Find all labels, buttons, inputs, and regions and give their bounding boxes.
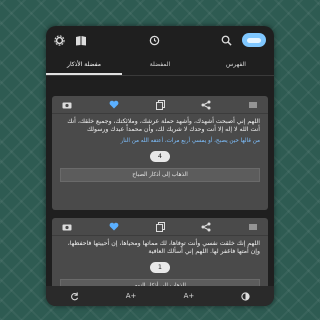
tab-favorites[interactable]: المفضلة: [122, 54, 198, 75]
tab-index[interactable]: الفهرس: [198, 54, 274, 75]
dhikr-virtue-note: من قالها حين يصبح، أو يمسي أربع مرات، أع…: [120, 138, 260, 144]
bottom-bar: A+ A+: [46, 286, 274, 306]
book-icon[interactable]: [75, 35, 87, 46]
camera-icon[interactable]: [62, 223, 72, 231]
share-icon[interactable]: [201, 222, 211, 232]
top-toolbar-right: [221, 33, 266, 47]
heart-icon[interactable]: [109, 100, 119, 109]
font-increase-button-2[interactable]: A+: [184, 292, 195, 300]
gear-icon[interactable]: [54, 34, 65, 46]
dhikr-text: اللهم إنك خلقت نفسي وأنت توفاها، لك ممات…: [67, 240, 260, 255]
heart-icon[interactable]: [109, 222, 119, 231]
dhikr-text: اللهم إني أصبحت أشهدك، وأشهد حملة عرشك، …: [67, 118, 260, 133]
app-logo: [242, 33, 266, 47]
refresh-icon[interactable]: [70, 291, 79, 301]
theme-toggle-icon[interactable]: [241, 291, 251, 301]
search-icon[interactable]: [221, 35, 232, 46]
top-toolbar-icons: [54, 34, 87, 46]
top-toolbar: [46, 26, 274, 54]
repeat-counter[interactable]: 4: [150, 151, 170, 162]
tab-favorite-adhkar[interactable]: مفضلة الأذكار: [46, 54, 122, 75]
card-toolbar: [52, 218, 268, 236]
repeat-counter[interactable]: 1: [150, 262, 170, 273]
copy-icon[interactable]: [155, 221, 165, 232]
copy-icon[interactable]: [155, 99, 165, 110]
app-window: الفهرس المفضلة مفضلة الأذكار اللهم إني أ…: [46, 26, 274, 306]
clock-icon[interactable]: [149, 35, 160, 46]
font-increase-button[interactable]: A+: [126, 292, 137, 300]
share-icon[interactable]: [201, 100, 211, 110]
card-toolbar: [52, 96, 268, 114]
more-icon[interactable]: [248, 102, 258, 108]
more-icon[interactable]: [248, 224, 258, 230]
dhikr-card: اللهم إني أصبحت أشهدك، وأشهد حملة عرشك، …: [52, 96, 268, 210]
camera-icon[interactable]: [62, 101, 72, 109]
tab-bar: الفهرس المفضلة مفضلة الأذكار: [46, 54, 274, 76]
go-to-morning-adhkar-button[interactable]: الذهاب إلى أذكار الصباح: [60, 168, 260, 182]
